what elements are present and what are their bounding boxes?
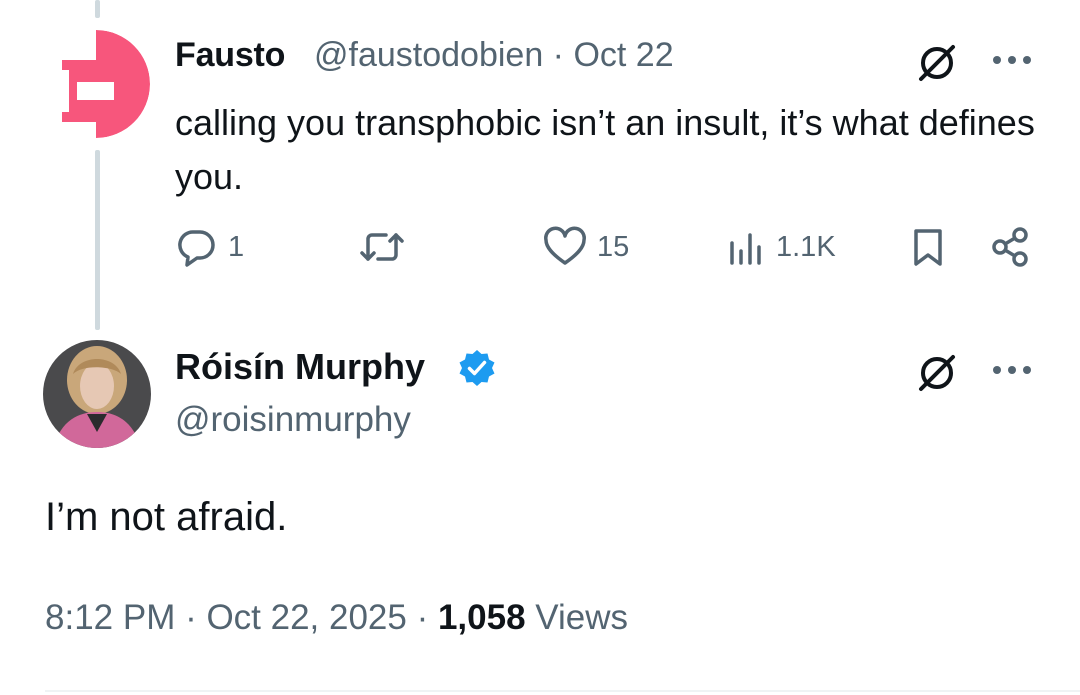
views-icon (730, 233, 761, 265)
more-icon[interactable] (990, 355, 1034, 385)
share-icon (992, 227, 1028, 267)
reply-action-bar: 1 15 1.1K (0, 225, 1080, 285)
main-post-views-label: Views (525, 598, 629, 637)
thread-line-top (95, 0, 100, 18)
reply-icon (178, 230, 215, 267)
main-author-name[interactable]: Róisín Murphy (175, 346, 425, 388)
main-avatar[interactable] (43, 340, 151, 448)
views-count: 1.1K (776, 230, 836, 263)
reply-avatar[interactable] (42, 30, 150, 138)
tweet-thread: Fausto @faustodobien · Oct 22 calling yo… (0, 0, 1080, 695)
bookmark-icon (914, 229, 942, 266)
main-post-text: I’m not afraid. (45, 495, 288, 539)
more-icon[interactable] (990, 45, 1034, 75)
reply-handle-date[interactable]: @faustodobien · Oct 22 (314, 36, 674, 75)
main-post-meta: 8:12 PM · Oct 22, 2025 · 1,058 Views (45, 598, 628, 638)
bookmark-button[interactable] (908, 225, 948, 269)
share-button[interactable] (988, 225, 1032, 269)
main-post-views-count: 1,058 (437, 598, 526, 637)
views-button[interactable]: 1.1K (727, 225, 836, 269)
like-button[interactable]: 15 (542, 225, 629, 269)
grok-icon[interactable] (912, 38, 962, 88)
main-handle[interactable]: @roisinmurphy (175, 400, 411, 440)
reply-text: calling you transphobic isn’t an insult,… (175, 102, 1035, 197)
reply-count: 1 (228, 230, 245, 263)
divider (45, 690, 1080, 692)
repost-button[interactable] (358, 225, 406, 269)
grok-icon[interactable] (912, 348, 962, 398)
like-count: 15 (597, 230, 630, 263)
verified-badge-icon[interactable] (456, 347, 498, 389)
reply-author-name[interactable]: Fausto (175, 36, 285, 75)
reply-button[interactable]: 1 (175, 225, 244, 269)
like-icon (544, 226, 586, 265)
repost-icon (360, 233, 404, 261)
main-post-time[interactable]: 8:12 PM · Oct 22, 2025 · (45, 598, 438, 637)
